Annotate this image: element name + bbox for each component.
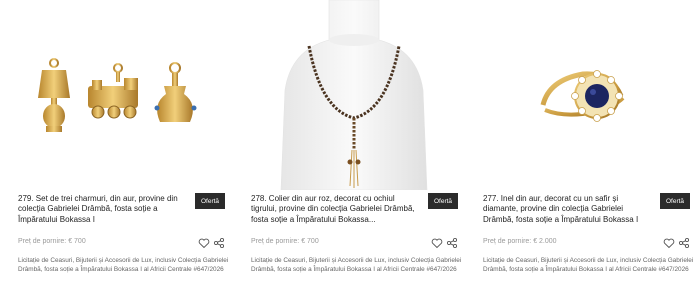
lot-actions [663, 236, 690, 249]
lot-actions [431, 236, 458, 249]
start-price: Preț de pornire: € 700 [18, 238, 86, 245]
lot-card-277[interactable]: 277. Inel din aur, decorat cu un safir ș… [483, 0, 700, 291]
lot-card-279[interactable]: 279. Set de trei charmuri, din aur, prov… [18, 0, 250, 291]
share-icon[interactable] [446, 236, 458, 249]
lot-image-necklace[interactable] [251, 0, 483, 190]
lot-title[interactable]: 279. Set de trei charmuri, din aur, prov… [18, 194, 186, 225]
lot-card-278[interactable]: 278. Colier din aur roz, decorat cu ochi… [251, 0, 483, 291]
sapphire-ring-image [540, 70, 625, 122]
auction-note[interactable]: Licitație de Ceasuri, Bijuterii și Acces… [18, 257, 234, 275]
share-icon[interactable] [213, 236, 225, 249]
auction-note[interactable]: Licitație de Ceasuri, Bijuterii și Acces… [251, 257, 467, 275]
heart-icon[interactable] [198, 236, 210, 249]
start-price: Preț de pornire: € 700 [251, 238, 319, 245]
necklace-on-bust-image [280, 0, 428, 190]
gold-charms-image [38, 58, 197, 132]
heart-icon[interactable] [431, 236, 443, 249]
lot-title[interactable]: 277. Inel din aur, decorat cu un safir ș… [483, 194, 651, 225]
offer-button[interactable]: Ofertă [660, 193, 690, 209]
lot-image-ring[interactable] [483, 0, 700, 190]
share-icon[interactable] [678, 236, 690, 249]
lot-title[interactable]: 278. Colier din aur roz, decorat cu ochi… [251, 194, 419, 225]
offer-button[interactable]: Ofertă [428, 193, 458, 209]
lot-actions [198, 236, 225, 249]
start-price: Preț de pornire: € 2.000 [483, 238, 557, 245]
offer-button[interactable]: Ofertă [195, 193, 225, 209]
heart-icon[interactable] [663, 236, 675, 249]
lot-image-charms[interactable] [18, 0, 250, 190]
auction-note[interactable]: Licitație de Ceasuri, Bijuterii și Acces… [483, 257, 699, 275]
